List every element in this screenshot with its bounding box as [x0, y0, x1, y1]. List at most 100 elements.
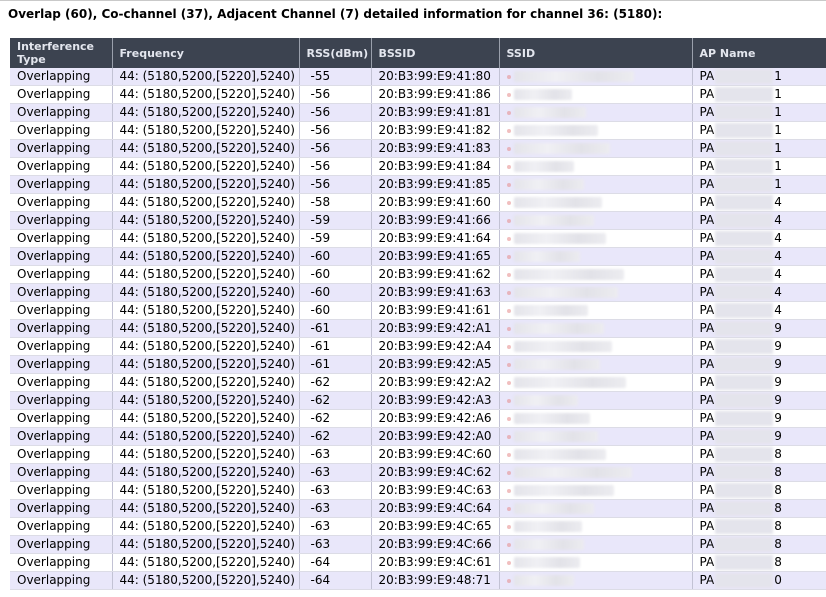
cell-bssid: 20:B3:99:E9:41:60	[371, 193, 500, 212]
column-header-ap-name[interactable]: AP Name	[692, 38, 826, 68]
redacted-ap-name	[715, 573, 774, 588]
cell-bssid: 20:B3:99:E9:48:71	[371, 571, 500, 590]
top-divider	[0, 0, 826, 1]
page-title: Overlap (60), Co-channel (37), Adjacent …	[8, 7, 663, 21]
cell-interference-type: Overlapping	[10, 499, 113, 518]
cell-ap-name: PA 4	[692, 265, 826, 284]
cell-rss: -59	[299, 229, 372, 248]
redacted-marker-icon	[506, 308, 511, 313]
cell-bssid: 20:B3:99:E9:42:A3	[371, 391, 500, 410]
cell-frequency: 44: (5180,5200,[5220],5240)	[112, 445, 300, 464]
column-header-frequency[interactable]: Frequency	[112, 38, 300, 68]
cell-rss: -64	[299, 553, 372, 572]
redacted-marker-icon	[506, 218, 511, 223]
table-row[interactable]: Overlapping 44: (5180,5200,[5220],5240) -6…	[10, 283, 826, 302]
cell-ssid-redacted	[499, 229, 693, 248]
column-header-rss[interactable]: RSS(dBm)	[299, 38, 372, 68]
redacted-ssid	[513, 359, 600, 370]
redacted-ap-name	[715, 267, 774, 282]
table-row[interactable]: Overlapping 44: (5180,5200,[5220],5240) -5…	[10, 211, 826, 230]
redacted-ssid	[513, 341, 612, 352]
table-row[interactable]: Overlapping 44: (5180,5200,[5220],5240) -6…	[10, 301, 826, 320]
table-row[interactable]: Overlapping 44: (5180,5200,[5220],5240) -6…	[10, 373, 826, 392]
table-row[interactable]: Overlapping 44: (5180,5200,[5220],5240) -5…	[10, 103, 826, 122]
table-row[interactable]: Overlapping 44: (5180,5200,[5220],5240) -6…	[10, 481, 826, 500]
column-header-interference-type[interactable]: Interference Type	[10, 38, 113, 68]
cell-frequency: 44: (5180,5200,[5220],5240)	[112, 157, 300, 176]
cell-ap-name: PA 8	[692, 499, 826, 518]
table-row[interactable]: Overlapping 44: (5180,5200,[5220],5240) -6…	[10, 553, 826, 572]
table-row[interactable]: Overlapping 44: (5180,5200,[5220],5240) -6…	[10, 319, 826, 338]
cell-rss: -56	[299, 139, 372, 158]
ap-name-prefix: PA	[699, 501, 715, 515]
redacted-ap-name	[715, 123, 774, 138]
redacted-marker-icon	[506, 506, 511, 511]
ap-name-suffix: 1	[774, 105, 782, 119]
cell-interference-type: Overlapping	[10, 265, 113, 284]
table-row[interactable]: Overlapping 44: (5180,5200,[5220],5240) -6…	[10, 391, 826, 410]
redacted-ap-name	[715, 465, 774, 480]
table-row[interactable]: Overlapping 44: (5180,5200,[5220],5240) -5…	[10, 68, 826, 86]
table-row[interactable]: Overlapping 44: (5180,5200,[5220],5240) -6…	[10, 355, 826, 374]
table-row[interactable]: Overlapping 44: (5180,5200,[5220],5240) -5…	[10, 193, 826, 212]
table-row[interactable]: Overlapping 44: (5180,5200,[5220],5240) -5…	[10, 85, 826, 104]
table-row[interactable]: Overlapping 44: (5180,5200,[5220],5240) -6…	[10, 247, 826, 266]
cell-rss: -56	[299, 175, 372, 194]
cell-rss: -63	[299, 517, 372, 536]
cell-frequency: 44: (5180,5200,[5220],5240)	[112, 229, 300, 248]
cell-frequency: 44: (5180,5200,[5220],5240)	[112, 193, 300, 212]
cell-bssid: 20:B3:99:E9:41:86	[371, 85, 500, 104]
cell-rss: -56	[299, 103, 372, 122]
ap-name-suffix: 8	[774, 447, 782, 461]
cell-interference-type: Overlapping	[10, 373, 113, 392]
cell-rss: -63	[299, 463, 372, 482]
table-row[interactable]: Overlapping 44: (5180,5200,[5220],5240) -6…	[10, 535, 826, 554]
redacted-marker-icon	[506, 290, 511, 295]
cell-ssid-redacted	[499, 301, 693, 320]
cell-frequency: 44: (5180,5200,[5220],5240)	[112, 211, 300, 230]
cell-interference-type: Overlapping	[10, 103, 113, 122]
redacted-marker-icon	[506, 344, 511, 349]
table-row[interactable]: Overlapping 44: (5180,5200,[5220],5240) -6…	[10, 265, 826, 284]
cell-rss: -59	[299, 211, 372, 230]
ap-name-prefix: PA	[699, 303, 715, 317]
table-row[interactable]: Overlapping 44: (5180,5200,[5220],5240) -5…	[10, 229, 826, 248]
cell-ap-name: PA 4	[692, 247, 826, 266]
redacted-marker-icon	[506, 452, 511, 457]
redacted-ap-name	[715, 105, 774, 120]
cell-rss: -62	[299, 373, 372, 392]
table-row[interactable]: Overlapping 44: (5180,5200,[5220],5240) -5…	[10, 139, 826, 158]
table-row[interactable]: Overlapping 44: (5180,5200,[5220],5240) -6…	[10, 463, 826, 482]
table-row[interactable]: Overlapping 44: (5180,5200,[5220],5240) -6…	[10, 445, 826, 464]
cell-rss: -63	[299, 481, 372, 500]
cell-ssid-redacted	[499, 121, 693, 140]
cell-bssid: 20:B3:99:E9:41:81	[371, 103, 500, 122]
cell-bssid: 20:B3:99:E9:41:84	[371, 157, 500, 176]
table-row[interactable]: Overlapping 44: (5180,5200,[5220],5240) -5…	[10, 157, 826, 176]
ap-name-prefix: PA	[699, 249, 715, 263]
cell-ap-name: PA 9	[692, 409, 826, 428]
table-row[interactable]: Overlapping 44: (5180,5200,[5220],5240) -5…	[10, 121, 826, 140]
cell-interference-type: Overlapping	[10, 175, 113, 194]
ap-name-suffix: 8	[774, 537, 782, 551]
cell-ap-name: PA 9	[692, 337, 826, 356]
column-header-ssid[interactable]: SSID	[499, 38, 693, 68]
table-row[interactable]: Overlapping 44: (5180,5200,[5220],5240) -6…	[10, 499, 826, 518]
table-row[interactable]: Overlapping 44: (5180,5200,[5220],5240) -6…	[10, 517, 826, 536]
cell-bssid: 20:B3:99:E9:4C:61	[371, 553, 500, 572]
ap-name-suffix: 0	[774, 573, 782, 587]
ap-name-suffix: 8	[774, 519, 782, 533]
redacted-marker-icon	[506, 200, 511, 205]
redacted-ap-name	[715, 393, 774, 408]
table-row[interactable]: Overlapping 44: (5180,5200,[5220],5240) -5…	[10, 175, 826, 194]
redacted-ap-name	[715, 213, 774, 228]
redacted-marker-icon	[506, 236, 511, 241]
table-row[interactable]: Overlapping 44: (5180,5200,[5220],5240) -6…	[10, 337, 826, 356]
redacted-ssid	[513, 143, 610, 154]
table-row[interactable]: Overlapping 44: (5180,5200,[5220],5240) -6…	[10, 409, 826, 428]
ap-name-prefix: PA	[699, 177, 715, 191]
table-row[interactable]: Overlapping 44: (5180,5200,[5220],5240) -6…	[10, 427, 826, 446]
redacted-ap-name	[715, 285, 774, 300]
column-header-bssid[interactable]: BSSID	[371, 38, 500, 68]
table-row[interactable]: Overlapping 44: (5180,5200,[5220],5240) -6…	[10, 571, 826, 590]
